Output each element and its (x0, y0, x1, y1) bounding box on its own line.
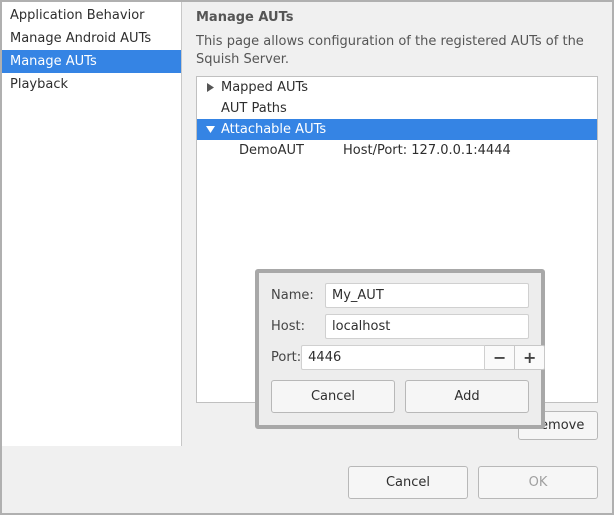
expand-down-icon[interactable] (203, 125, 217, 134)
host-input[interactable] (325, 314, 529, 339)
aut-hostport: Host/Port: 127.0.0.1:4444 (343, 143, 511, 158)
popup-button-row: Cancel Add (271, 380, 529, 413)
aut-name: DemoAUT (203, 143, 343, 158)
page-title: Manage AUTs (196, 10, 598, 25)
minus-icon: − (493, 348, 506, 367)
tree-node-attachable-auts[interactable]: Attachable AUTs (197, 119, 597, 140)
sidebar-item-application-behavior[interactable]: Application Behavior (2, 4, 181, 27)
port-input[interactable] (301, 345, 485, 370)
popup-cancel-button[interactable]: Cancel (271, 380, 395, 413)
sidebar-item-playback[interactable]: Playback (2, 73, 181, 96)
port-label: Port: (271, 350, 301, 365)
port-spinner: − + (301, 345, 545, 370)
port-increment-button[interactable]: + (515, 345, 545, 370)
host-label: Host: (271, 319, 325, 334)
cancel-button[interactable]: Cancel (348, 466, 468, 499)
tree-label: Mapped AUTs (221, 80, 308, 95)
page-description: This page allows configuration of the re… (196, 33, 598, 68)
port-decrement-button[interactable]: − (485, 345, 515, 370)
sidebar-item-manage-auts[interactable]: Manage AUTs (2, 50, 181, 73)
tree-node-aut-paths[interactable]: AUT Paths (197, 98, 597, 119)
name-label: Name: (271, 288, 325, 303)
sidebar-item-manage-android-auts[interactable]: Manage Android AUTs (2, 27, 181, 50)
add-aut-popup: Name: Host: Port: − + Cancel Add (255, 269, 545, 429)
settings-window: Application Behavior Manage Android AUTs… (0, 0, 614, 515)
name-input[interactable] (325, 283, 529, 308)
plus-icon: + (523, 348, 536, 367)
dialog-footer: Cancel OK (2, 452, 612, 513)
tree-label: AUT Paths (221, 101, 287, 116)
tree-entry-demoaut[interactable]: DemoAUT Host/Port: 127.0.0.1:4444 (197, 140, 597, 161)
sidebar: Application Behavior Manage Android AUTs… (2, 2, 182, 446)
tree-node-mapped-auts[interactable]: Mapped AUTs (197, 77, 597, 98)
ok-button[interactable]: OK (478, 466, 598, 499)
tree-label: Attachable AUTs (221, 122, 326, 137)
expand-right-icon[interactable] (203, 83, 217, 92)
popup-add-button[interactable]: Add (405, 380, 529, 413)
